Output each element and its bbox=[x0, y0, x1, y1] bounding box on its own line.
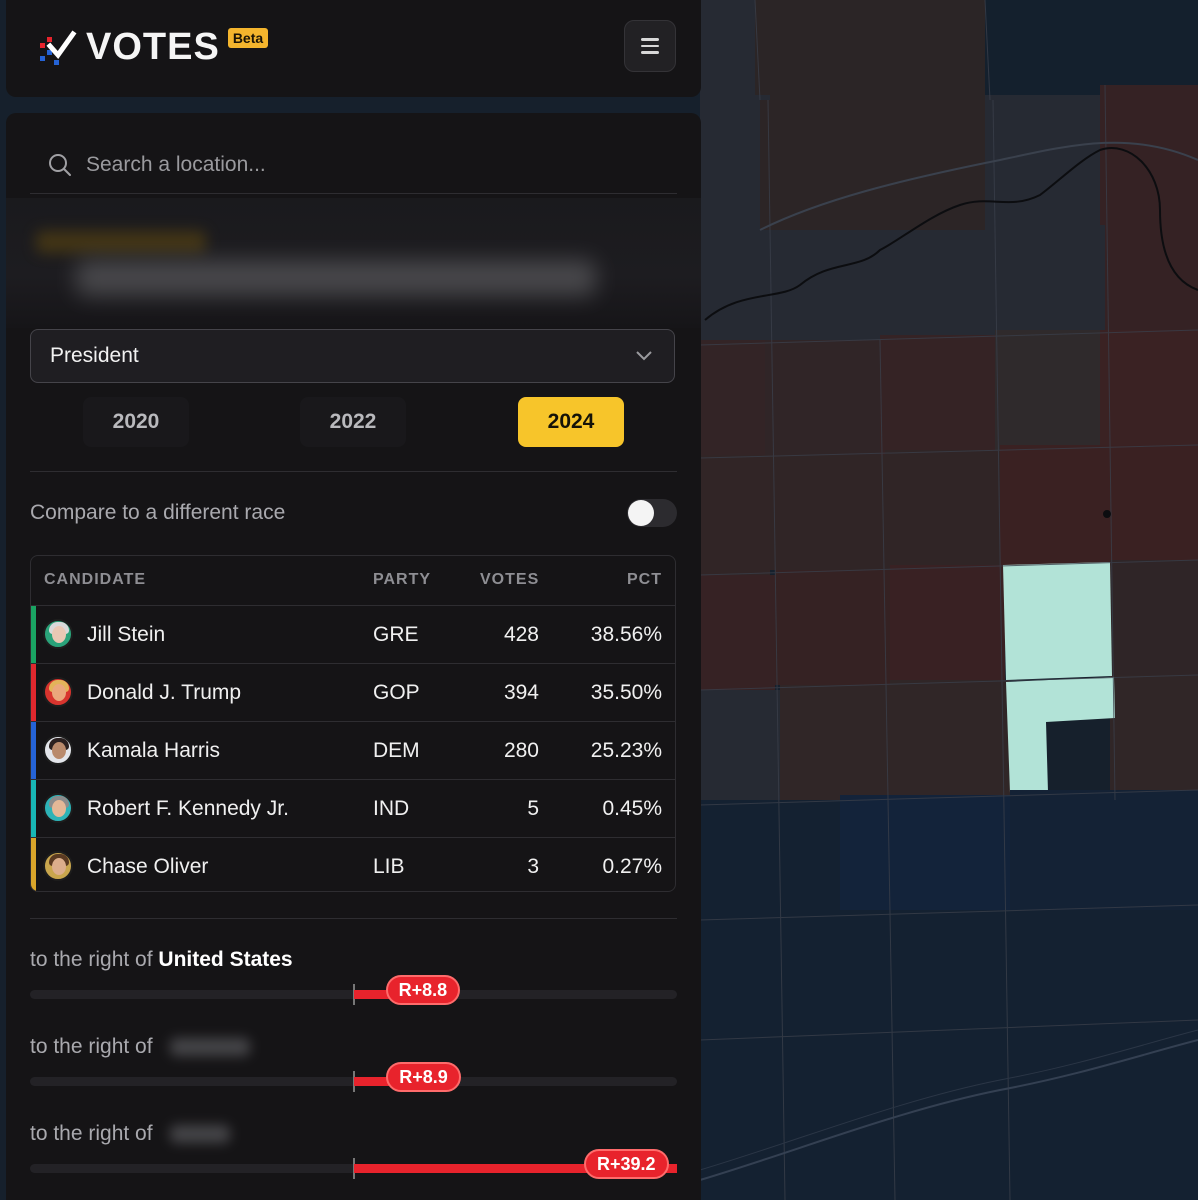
menu-button[interactable] bbox=[624, 20, 676, 72]
candidate-pct: 38.56% bbox=[590, 623, 662, 646]
hamburger-menu-icon bbox=[641, 38, 659, 41]
header-pct: PCT bbox=[627, 571, 662, 588]
year-button-2024[interactable]: 2024 bbox=[518, 397, 624, 447]
margin-bar-2: R+8.9 bbox=[30, 1062, 677, 1092]
candidate-name: Chase Oliver bbox=[87, 855, 209, 878]
header-party: PARTY bbox=[373, 571, 432, 588]
year-button-2022[interactable]: 2022 bbox=[300, 397, 406, 447]
margin-value-pill: R+8.8 bbox=[385, 975, 461, 1005]
candidate-avatar bbox=[43, 619, 73, 649]
location-heading-redacted bbox=[6, 198, 701, 328]
party-color-bar bbox=[31, 664, 36, 721]
candidate-votes: 5 bbox=[527, 797, 539, 820]
table-row[interactable]: Chase Oliver LIB 3 0.27% bbox=[31, 838, 675, 891]
margin-label-3: to the right of bbox=[30, 1122, 231, 1146]
party-color-bar bbox=[31, 838, 36, 891]
race-dropdown-value: President bbox=[50, 344, 139, 367]
search-icon bbox=[49, 154, 71, 176]
top-header: VOTES Beta bbox=[6, 0, 701, 97]
margin-value-pill: R+8.9 bbox=[386, 1062, 461, 1092]
candidate-pct: 0.27% bbox=[602, 855, 662, 878]
candidate-name: Donald J. Trump bbox=[87, 681, 242, 704]
candidate-name: Robert F. Kennedy Jr. bbox=[87, 797, 289, 820]
candidate-party: GOP bbox=[373, 681, 420, 704]
candidate-party: LIB bbox=[373, 855, 405, 878]
race-dropdown[interactable]: President bbox=[30, 329, 675, 383]
table-row[interactable]: Donald J. Trump GOP 394 35.50% bbox=[31, 664, 675, 722]
candidate-name: Kamala Harris bbox=[87, 739, 221, 762]
search-input[interactable] bbox=[84, 152, 648, 178]
margin-value-pill: R+39.2 bbox=[584, 1149, 669, 1179]
candidate-avatar bbox=[43, 735, 73, 765]
candidate-votes: 428 bbox=[503, 623, 539, 646]
redacted-place bbox=[170, 1125, 231, 1144]
app-logo[interactable]: VOTES Beta bbox=[34, 26, 269, 68]
candidate-votes: 3 bbox=[527, 855, 539, 878]
candidate-party: IND bbox=[373, 797, 410, 820]
results-table: CANDIDATE PARTY VOTES PCT Jill Stein GRE… bbox=[30, 555, 676, 892]
party-color-bar bbox=[31, 780, 36, 837]
toggle-knob bbox=[628, 500, 654, 526]
year-button-2020[interactable]: 2020 bbox=[83, 397, 189, 447]
candidate-pct: 35.50% bbox=[590, 681, 662, 704]
candidate-pct: 0.45% bbox=[602, 797, 662, 820]
candidate-party: DEM bbox=[373, 739, 420, 762]
compare-race-label: Compare to a different race bbox=[30, 501, 286, 524]
chevron-down-icon bbox=[636, 351, 652, 361]
table-row[interactable]: Robert F. Kennedy Jr. IND 5 0.45% bbox=[31, 780, 675, 838]
compare-race-toggle[interactable] bbox=[627, 499, 677, 527]
candidate-avatar bbox=[43, 851, 73, 881]
header-candidate: CANDIDATE bbox=[44, 571, 147, 588]
party-color-bar bbox=[31, 606, 36, 663]
results-sidebar: President 2020 2022 2024 Compare to a di… bbox=[6, 113, 701, 1200]
candidate-votes: 280 bbox=[503, 739, 539, 762]
table-header: CANDIDATE PARTY VOTES PCT bbox=[31, 556, 675, 606]
app-name: VOTES bbox=[86, 26, 220, 68]
candidate-avatar bbox=[43, 677, 73, 707]
candidate-votes: 394 bbox=[503, 681, 539, 704]
party-color-bar bbox=[31, 722, 36, 779]
table-row[interactable]: Jill Stein GRE 428 38.56% bbox=[31, 606, 675, 664]
redacted-place bbox=[170, 1038, 251, 1057]
candidate-pct: 25.23% bbox=[590, 739, 662, 762]
margin-place: United States bbox=[158, 948, 293, 971]
header-votes: VOTES bbox=[480, 571, 540, 588]
beta-badge: Beta bbox=[227, 28, 269, 48]
divider bbox=[30, 918, 677, 919]
candidate-party: GRE bbox=[373, 623, 419, 646]
candidate-name: Jill Stein bbox=[87, 623, 166, 646]
margin-label-1: to the right of United States bbox=[30, 948, 293, 971]
margin-bar-1: R+8.8 bbox=[30, 975, 677, 1005]
divider bbox=[30, 471, 677, 472]
margin-label-2: to the right of bbox=[30, 1035, 251, 1059]
margin-bar-3: R+39.2 bbox=[30, 1149, 677, 1179]
candidate-avatar bbox=[43, 793, 73, 823]
table-row[interactable]: Kamala Harris DEM 280 25.23% bbox=[31, 722, 675, 780]
location-search[interactable] bbox=[30, 137, 677, 194]
votes-logo-icon bbox=[40, 30, 77, 65]
